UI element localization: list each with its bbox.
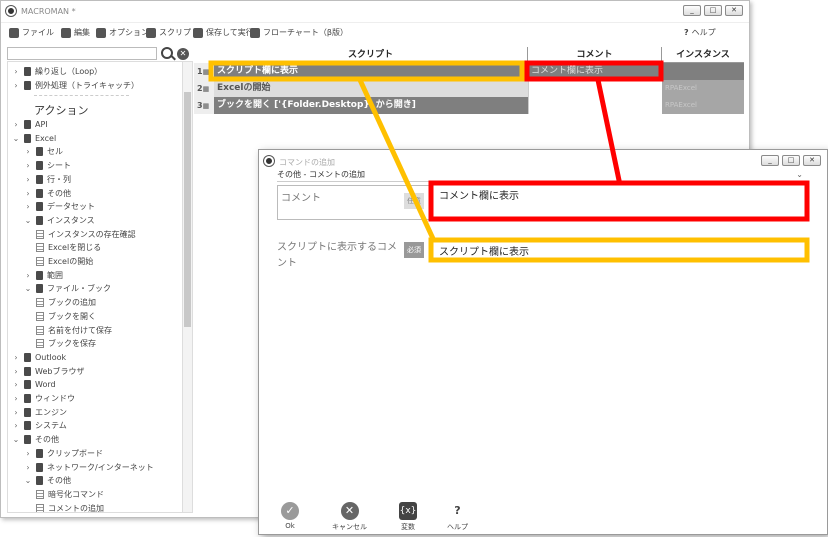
red-connector (595, 79, 623, 186)
yellow-connector (357, 78, 438, 245)
annotation-overlay (208, 60, 810, 263)
script-input[interactable]: スクリプト欄に表示 (439, 243, 529, 258)
script-cell-highlight (208, 60, 525, 82)
comment-input[interactable]: コメント欄に表示 (439, 187, 519, 202)
comment-cell-highlight (524, 60, 664, 82)
